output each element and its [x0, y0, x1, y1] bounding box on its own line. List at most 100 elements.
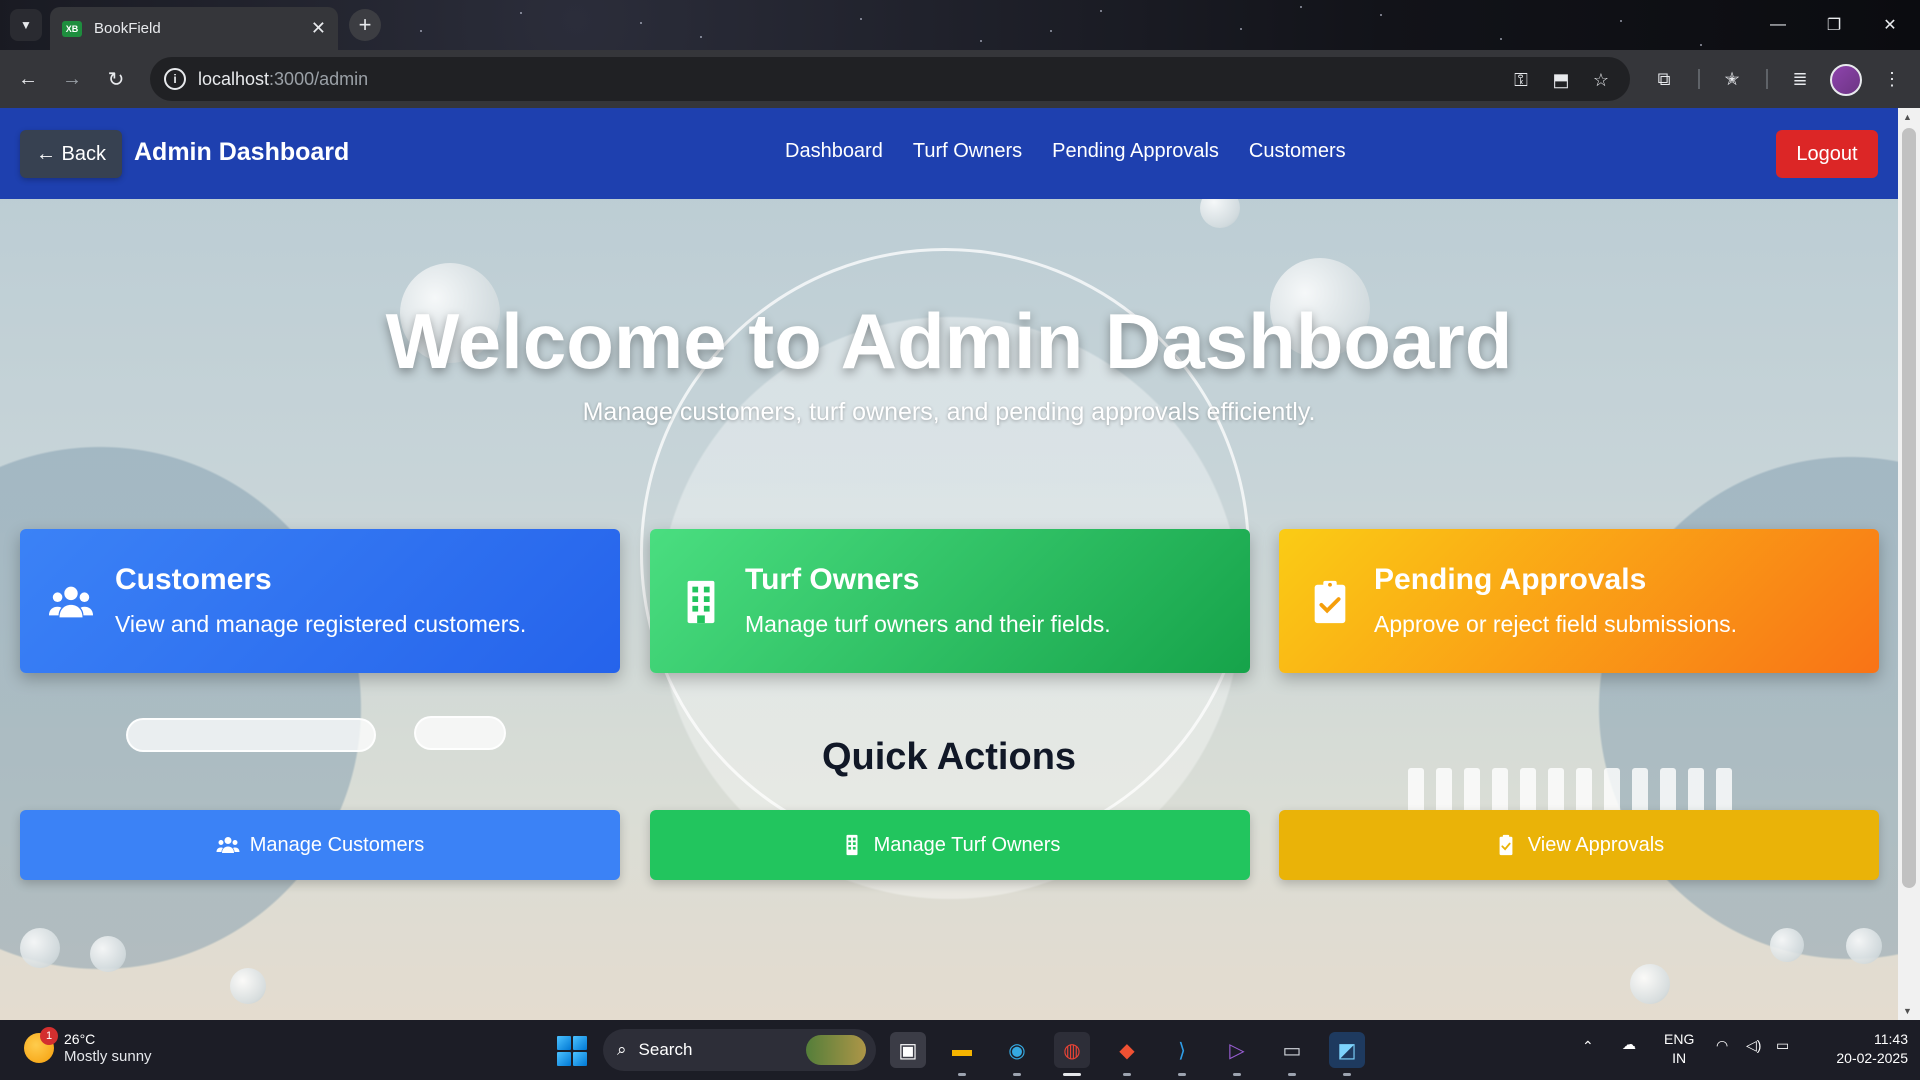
chrome-icon[interactable]: ◍ — [1054, 1032, 1090, 1076]
browser-toolbar: ← → ↻ i localhost:3000/admin ⚿ ⬒ ☆ ⧉ ✭ ≣… — [0, 50, 1920, 108]
clock-date: 20-02-2025 — [1836, 1050, 1908, 1066]
close-icon[interactable]: ✕ — [311, 18, 326, 39]
page-viewport: ← Back Admin Dashboard Dashboard Turf Ow… — [0, 108, 1898, 1020]
building-icon — [846, 834, 858, 856]
extensions-icon[interactable]: ⧉ — [1648, 63, 1680, 95]
hero-subtitle: Manage customers, turf owners, and pendi… — [582, 398, 1316, 426]
onedrive-icon[interactable]: ☁ — [1622, 1036, 1636, 1053]
url-host: localhost — [198, 68, 270, 89]
volume-icon[interactable]: ◁) — [1746, 1037, 1761, 1054]
remote-desktop-icon[interactable]: ◩ — [1329, 1032, 1365, 1076]
button-label: Manage Turf Owners — [873, 833, 1061, 856]
background-bubble — [1846, 928, 1882, 964]
card-title: Customers — [115, 563, 272, 596]
app-navbar: ← Back Admin Dashboard Dashboard Turf Ow… — [0, 108, 1898, 199]
lang-code: ENG — [1664, 1031, 1695, 1047]
site-info-icon[interactable]: i — [164, 68, 186, 90]
notification-badge: 1 — [40, 1027, 58, 1045]
minimize-icon[interactable]: — — [1750, 0, 1806, 50]
weather-widget[interactable]: 1 26°C Mostly sunny — [24, 1027, 152, 1066]
window-close-icon[interactable]: ✕ — [1862, 0, 1918, 50]
quick-actions-title: Quick Actions — [821, 736, 1077, 778]
scroll-down-icon[interactable]: ▼ — [1903, 1006, 1912, 1016]
password-key-icon[interactable]: ⚿ — [1508, 67, 1534, 93]
manage-turf-owners-button[interactable]: Manage Turf Owners — [650, 810, 1250, 880]
tab-search-dropdown[interactable]: ▼ — [10, 9, 42, 41]
card-title: Turf Owners — [745, 563, 920, 596]
browser-tab[interactable]: XB BookField ✕ — [50, 7, 338, 50]
search-icon: ⌕ — [617, 1040, 627, 1059]
visual-studio-icon[interactable]: ▷ — [1219, 1032, 1255, 1076]
button-label: View Approvals — [1527, 833, 1665, 856]
nav-link-dashboard[interactable]: Dashboard — [785, 140, 883, 163]
reload-icon[interactable]: ↻ — [100, 63, 132, 95]
language-indicator[interactable]: ENG IN — [1664, 1030, 1694, 1068]
card-description: View and manage registered customers. — [115, 611, 527, 637]
background-bubble — [1770, 928, 1804, 962]
toolbar-divider — [1766, 69, 1768, 89]
vscode-icon[interactable]: ⟩ — [1164, 1032, 1200, 1076]
taskbar-search[interactable]: ⌕ Search — [603, 1029, 876, 1071]
card-title: Pending Approvals — [1374, 563, 1647, 596]
file-explorer-icon[interactable]: ▬ — [944, 1032, 980, 1076]
card-description: Approve or reject field submissions. — [1374, 611, 1738, 637]
more-menu-icon[interactable]: ⋮ — [1876, 63, 1908, 95]
weather-desc: Mostly sunny — [64, 1048, 152, 1065]
bookmark-star-icon[interactable]: ☆ — [1588, 67, 1614, 93]
logout-button[interactable]: Logout — [1776, 130, 1878, 178]
site-favicon: XB — [62, 20, 82, 37]
back-button[interactable]: ← Back — [20, 130, 123, 178]
page-scrollbar[interactable]: ▲ ▼ — [1898, 108, 1920, 1020]
forward-icon[interactable]: → — [56, 63, 88, 95]
clipboard-check-icon — [1499, 834, 1513, 856]
tab-title: BookField — [94, 20, 161, 37]
nav-link-customers[interactable]: Customers — [1249, 140, 1346, 163]
clock-time: 11:43 — [1874, 1031, 1908, 1047]
windows-taskbar: 1 26°C Mostly sunny ⌕ Search ▣ ▬ ◉ ◍ ◆ ⟩… — [0, 1020, 1920, 1080]
button-label: Manage Customers — [249, 833, 425, 856]
git-icon[interactable]: ◆ — [1109, 1032, 1145, 1076]
pending-approvals-card[interactable]: Pending Approvals Approve or reject fiel… — [1279, 529, 1879, 673]
turf-owners-card[interactable]: Turf Owners Manage turf owners and their… — [650, 529, 1250, 673]
url-path: :3000/admin — [269, 68, 369, 89]
nav-link-turf-owners[interactable]: Turf Owners — [913, 140, 1022, 163]
background-bubble — [90, 936, 126, 972]
background-bubble — [230, 968, 266, 1004]
wifi-icon[interactable]: ◠ — [1716, 1037, 1728, 1054]
edge-icon[interactable]: ◉ — [999, 1032, 1035, 1076]
toolbar-divider — [1698, 69, 1700, 89]
users-icon — [48, 586, 94, 618]
tray-chevron-icon[interactable]: ⌃ — [1582, 1038, 1594, 1055]
building-icon — [687, 580, 715, 624]
windows-start-icon[interactable] — [557, 1036, 587, 1066]
background-bubble — [1630, 964, 1670, 1004]
view-approvals-button[interactable]: View Approvals — [1279, 810, 1879, 880]
task-view-icon[interactable]: ▣ — [890, 1032, 926, 1068]
profile-avatar[interactable] — [1830, 64, 1862, 96]
weather-temp: 26°C — [64, 1031, 96, 1047]
system-clock[interactable]: 11:43 20-02-2025 — [1818, 1030, 1908, 1068]
app-brand: Admin Dashboard — [134, 138, 350, 166]
search-label: Search — [638, 1040, 693, 1059]
clipboard-check-icon — [1314, 580, 1346, 624]
sun-icon: 1 — [24, 1027, 58, 1063]
card-description: Manage turf owners and their fields. — [745, 611, 1111, 637]
new-tab-button[interactable]: + — [349, 9, 381, 41]
search-highlight-image — [806, 1035, 866, 1065]
back-icon[interactable]: ← — [12, 63, 44, 95]
customers-card[interactable]: Customers View and manage registered cus… — [20, 529, 620, 673]
restore-icon[interactable]: ❐ — [1806, 0, 1862, 50]
users-icon — [216, 837, 240, 853]
battery-icon[interactable]: ▭ — [1776, 1037, 1789, 1054]
scroll-up-icon[interactable]: ▲ — [1903, 112, 1912, 122]
terminal-icon[interactable]: ▭ — [1274, 1032, 1310, 1076]
scrollbar-thumb[interactable] — [1902, 128, 1916, 888]
background-bubble — [20, 928, 60, 968]
hero-title: Welcome to Admin Dashboard — [385, 297, 1513, 385]
nav-link-pending-approvals[interactable]: Pending Approvals — [1052, 140, 1219, 163]
media-control-icon[interactable]: ≣ — [1784, 63, 1816, 95]
install-app-icon[interactable]: ⬒ — [1548, 67, 1574, 93]
favorites-icon[interactable]: ✭ — [1716, 63, 1748, 95]
address-bar[interactable]: i localhost:3000/admin ⚿ ⬒ ☆ — [150, 57, 1630, 101]
manage-customers-button[interactable]: Manage Customers — [20, 810, 620, 880]
